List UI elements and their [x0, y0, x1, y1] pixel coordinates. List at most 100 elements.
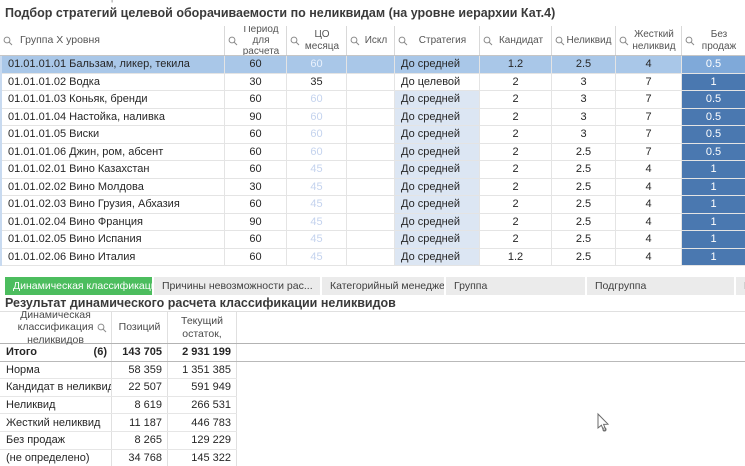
cell-candidate[interactable]: 2 [480, 108, 552, 125]
cell-nonliquid[interactable]: 2.5 [552, 161, 616, 178]
cell-nosales[interactable]: 1 [682, 73, 745, 90]
cell-co[interactable]: 60 [287, 91, 347, 108]
cell-hard[interactable]: 7 [616, 108, 682, 125]
cell-strategy[interactable]: До целевой [395, 73, 480, 90]
cell-nosales[interactable]: 1 [682, 213, 745, 230]
cell-strategy[interactable]: До средней [395, 143, 480, 160]
search-icon[interactable] [3, 36, 13, 46]
tab-group[interactable]: Группа [446, 277, 585, 295]
cell-group[interactable]: 01.01.01.03 Коньяк, бренди [0, 91, 225, 108]
cell-group[interactable]: 01.01.02.01 Вино Казахстан [0, 161, 225, 178]
cell-nonliquid[interactable]: 3 [552, 126, 616, 143]
tab-impossibility-reasons[interactable]: Причины невозможности рас... [154, 277, 320, 295]
cell-hard[interactable]: 7 [616, 73, 682, 90]
cell-period[interactable]: 60 [225, 196, 287, 213]
cell-hard[interactable]: 4 [616, 56, 682, 73]
cell-group[interactable]: 01.01.01.04 Настойка, наливка [0, 108, 225, 125]
table-row[interactable]: (не определено) 34 768 145 322 [0, 449, 237, 466]
cell-hard[interactable]: 4 [616, 196, 682, 213]
cell-candidate[interactable]: 2 [480, 161, 552, 178]
column-header-positions[interactable]: Позиций [112, 312, 168, 343]
cell-nonliquid[interactable]: 2.5 [552, 178, 616, 195]
table-row[interactable]: 01.01.02.04 Вино Франция 90 45 До средней 2 2… [0, 213, 745, 231]
column-header-period[interactable]: Период для расчета [225, 26, 287, 55]
cell-excl[interactable] [347, 73, 395, 90]
cell-nonliquid[interactable]: 2.5 [552, 248, 616, 265]
table-row[interactable]: Жесткий неликвид 11 187 446 783 [0, 414, 237, 432]
cell-co[interactable]: 60 [287, 143, 347, 160]
cell-candidate[interactable]: 2 [480, 178, 552, 195]
search-icon[interactable] [228, 36, 238, 46]
table-row[interactable]: 01.01.02.03 Вино Грузия, Абхазия 60 45 До с… [0, 196, 745, 214]
cell-excl[interactable] [347, 143, 395, 160]
column-header-strategy[interactable]: Стратегия [395, 26, 480, 55]
cell-hard[interactable]: 4 [616, 161, 682, 178]
cell-nonliquid[interactable]: 3 [552, 91, 616, 108]
cell-co[interactable]: 35 [287, 73, 347, 90]
cell-strategy[interactable]: До средней [395, 196, 480, 213]
cell-period[interactable]: 60 [225, 161, 287, 178]
cell-excl[interactable] [347, 126, 395, 143]
table-row[interactable]: Норма 58 359 1 351 385 [0, 361, 237, 380]
cell-co[interactable]: 45 [287, 196, 347, 213]
cell-hard[interactable]: 7 [616, 126, 682, 143]
cell-group[interactable]: 01.01.01.02 Водка [0, 73, 225, 90]
cell-period[interactable]: 60 [225, 143, 287, 160]
cell-candidate[interactable]: 2 [480, 231, 552, 248]
tab-clipped[interactable]: По [736, 277, 745, 295]
total-row[interactable]: Итого (6) 143 705 2 931 199 [0, 344, 745, 362]
cell-nosales[interactable]: 0.5 [682, 56, 745, 73]
cell-strategy[interactable]: До средней [395, 126, 480, 143]
cell-co[interactable]: 60 [287, 126, 347, 143]
table-row[interactable]: Неликвид 8 619 266 531 [0, 396, 237, 415]
cell-nosales[interactable]: 1 [682, 248, 745, 265]
search-icon[interactable] [483, 36, 493, 46]
table-row[interactable]: 01.01.01.02 Водка 30 35 До целевой 2 3 7 1 [0, 73, 745, 91]
cell-period[interactable]: 90 [225, 108, 287, 125]
cell-strategy[interactable]: До средней [395, 178, 480, 195]
cell-nosales[interactable]: 0.5 [682, 108, 745, 125]
cell-strategy[interactable]: До средней [395, 161, 480, 178]
tab-dynamic-classification[interactable]: Динамическая классификация... [5, 277, 152, 295]
cell-hard[interactable]: 4 [616, 231, 682, 248]
table-row[interactable]: 01.01.02.05 Вино Испания 60 45 До средней 2 2… [0, 231, 745, 249]
cell-nonliquid[interactable]: 2.5 [552, 56, 616, 73]
cell-nonliquid[interactable]: 3 [552, 73, 616, 90]
search-icon[interactable] [97, 323, 107, 333]
cell-group[interactable]: 01.01.02.02 Вино Молдова [0, 178, 225, 195]
cell-strategy[interactable]: До средней [395, 108, 480, 125]
cell-group[interactable]: 01.01.02.05 Вино Испания [0, 231, 225, 248]
cell-co[interactable]: 45 [287, 248, 347, 265]
column-header-candidate[interactable]: Кандидат [480, 26, 552, 55]
cell-co[interactable]: 45 [287, 213, 347, 230]
cell-group[interactable]: 01.01.02.04 Вино Франция [0, 213, 225, 230]
cell-excl[interactable] [347, 108, 395, 125]
column-header-excl[interactable]: Искл [347, 26, 395, 55]
cell-group[interactable]: 01.01.02.03 Вино Грузия, Абхазия [0, 196, 225, 213]
table-row[interactable]: 01.01.01.01 Бальзам, ликер, текила 60 60 До… [0, 56, 745, 74]
cell-nosales[interactable]: 1 [682, 231, 745, 248]
cell-co[interactable]: 60 [287, 56, 347, 73]
cell-candidate[interactable]: 1.2 [480, 248, 552, 265]
tab-subgroup[interactable]: Подгруппа [587, 277, 734, 295]
cell-excl[interactable] [347, 213, 395, 230]
cell-group[interactable]: 01.01.02.06 Вино Италия [0, 248, 225, 265]
cell-hard[interactable]: 7 [616, 143, 682, 160]
cell-co[interactable]: 45 [287, 231, 347, 248]
cell-co[interactable]: 45 [287, 178, 347, 195]
cell-group[interactable]: 01.01.01.06 Джин, ром, абсент [0, 143, 225, 160]
cell-strategy[interactable]: До средней [395, 56, 480, 73]
cell-hard[interactable]: 7 [616, 91, 682, 108]
cell-hard[interactable]: 4 [616, 248, 682, 265]
table-row[interactable]: 01.01.01.03 Коньяк, бренди 60 60 До средней… [0, 91, 745, 109]
cell-group[interactable]: 01.01.01.05 Виски [0, 126, 225, 143]
cell-nonliquid[interactable]: 2.5 [552, 143, 616, 160]
cell-excl[interactable] [347, 231, 395, 248]
search-icon[interactable] [398, 36, 408, 46]
column-header-co[interactable]: ЦО месяца [287, 26, 347, 55]
search-icon[interactable] [685, 36, 695, 46]
cell-candidate[interactable]: 2 [480, 143, 552, 160]
cell-period[interactable]: 30 [225, 73, 287, 90]
search-icon[interactable] [619, 36, 629, 46]
cell-strategy[interactable]: До средней [395, 231, 480, 248]
